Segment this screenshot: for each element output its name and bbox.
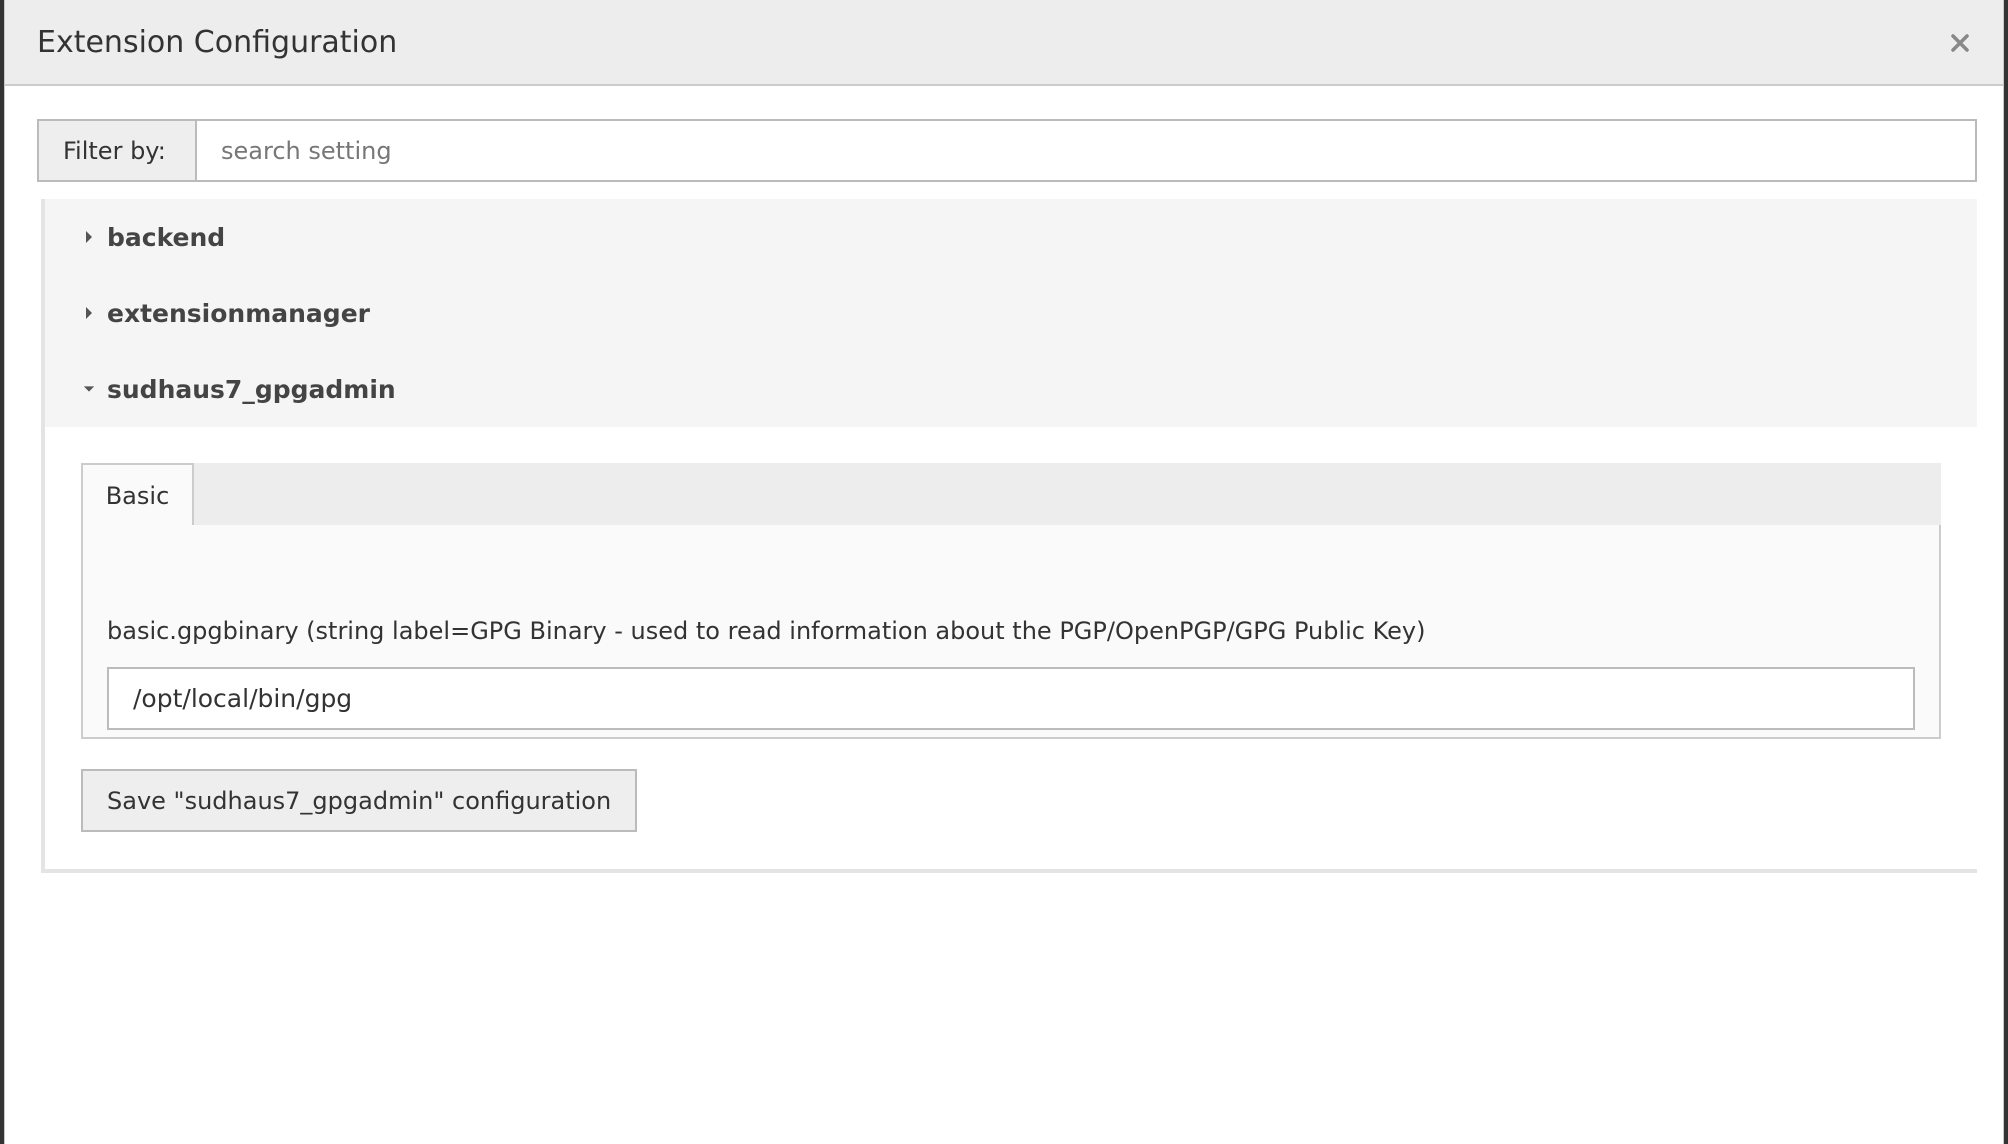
panel-heading-backend[interactable]: backend: [45, 199, 1977, 275]
caret-right-icon: [83, 230, 95, 244]
settings-tabs: Basic basic.gpgbinary (string label=GPG …: [81, 463, 1941, 739]
filter-label: Filter by:: [37, 119, 197, 182]
close-button[interactable]: [1941, 24, 1979, 62]
caret-right-icon: [83, 306, 95, 320]
setting-label-gpgbinary: basic.gpgbinary (string label=GPG Binary…: [107, 617, 1426, 645]
tab-strip: Basic: [81, 463, 1941, 527]
panel-heading-sudhaus7-gpgadmin[interactable]: sudhaus7_gpgadmin: [45, 351, 1977, 427]
caret-down-icon: [83, 382, 95, 396]
panel-headers: backend extensionmanager sudhaus7_gpgadm…: [45, 199, 1977, 427]
panel-heading-extensionmanager[interactable]: extensionmanager: [45, 275, 1977, 351]
extension-configuration-dialog: Extension Configuration Filter by: backe…: [4, 0, 2004, 1144]
dialog-title: Extension Configuration: [37, 25, 398, 60]
extension-panels: backend extensionmanager sudhaus7_gpgadm…: [41, 199, 1977, 873]
close-icon: [1951, 34, 1969, 52]
gpgbinary-input[interactable]: [107, 667, 1915, 730]
tab-content-basic: basic.gpgbinary (string label=GPG Binary…: [81, 525, 1941, 739]
search-input[interactable]: [197, 119, 1977, 182]
filter-bar: Filter by:: [37, 119, 1977, 182]
tab-basic[interactable]: Basic: [81, 463, 194, 527]
save-configuration-button[interactable]: Save "sudhaus7_gpgadmin" configuration: [81, 769, 638, 832]
panel-label-extensionmanager: extensionmanager: [107, 298, 370, 328]
panel-label-sudhaus7-gpgadmin: sudhaus7_gpgadmin: [107, 374, 396, 404]
dialog-header: Extension Configuration: [5, 0, 2003, 86]
panel-label-backend: backend: [107, 222, 226, 252]
